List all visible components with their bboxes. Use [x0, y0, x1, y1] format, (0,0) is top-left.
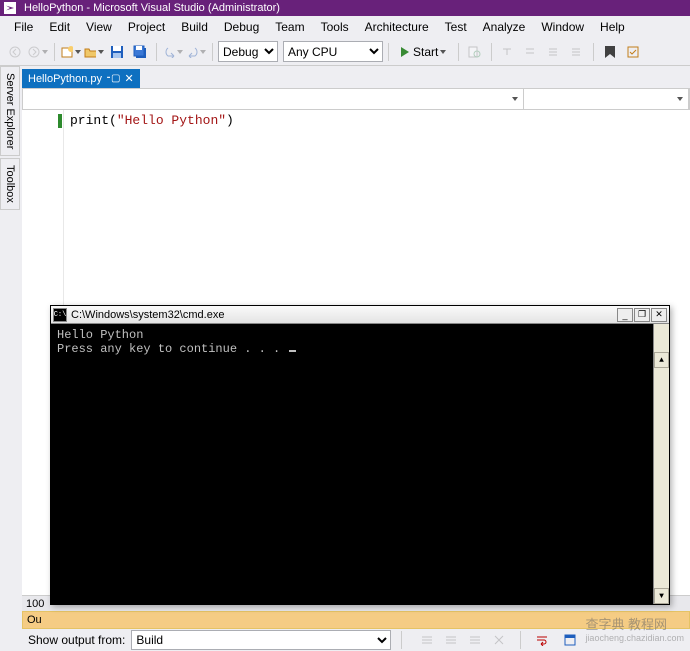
minimize-button[interactable]: _ — [617, 308, 633, 322]
menu-help[interactable]: Help — [592, 18, 633, 36]
output-toggle-button[interactable] — [559, 629, 581, 651]
server-explorer-tab[interactable]: Server Explorer — [0, 66, 20, 156]
separator — [212, 43, 213, 61]
window-title: HelloPython - Microsoft Visual Studio (A… — [24, 2, 280, 14]
watermark: 查字典 教程网 jiaocheng.chazidian.com — [585, 614, 684, 643]
new-project-button[interactable] — [60, 41, 82, 63]
separator — [156, 43, 157, 61]
cmd-scrollbar[interactable]: ▲ ▼ — [653, 324, 669, 604]
separator — [520, 631, 521, 649]
member-combo[interactable] — [524, 89, 689, 109]
scroll-up-icon[interactable]: ▲ — [654, 352, 669, 368]
nav-back-button[interactable] — [4, 41, 26, 63]
scroll-down-icon[interactable]: ▼ — [654, 588, 669, 604]
start-debug-button[interactable]: Start — [394, 42, 453, 62]
save-button[interactable] — [106, 41, 128, 63]
maximize-button[interactable]: ❐ — [634, 308, 650, 322]
menu-edit[interactable]: Edit — [41, 18, 78, 36]
separator — [401, 631, 402, 649]
change-marker-icon — [58, 114, 62, 128]
redo-button[interactable] — [185, 41, 207, 63]
close-tab-icon[interactable]: ✕ — [124, 72, 133, 85]
nav-forward-button[interactable] — [27, 41, 49, 63]
document-tab-row: HelloPython.py ⁃▢ ✕ — [22, 66, 690, 88]
output-clear-button[interactable] — [488, 629, 510, 651]
uncomment-button[interactable] — [566, 41, 588, 63]
open-file-button[interactable] — [83, 41, 105, 63]
step-over-button[interactable] — [520, 41, 542, 63]
undo-button[interactable] — [162, 41, 184, 63]
output-from-label: Show output from: — [28, 633, 125, 647]
menu-tools[interactable]: Tools — [313, 18, 357, 36]
menu-project[interactable]: Project — [120, 18, 173, 36]
save-all-button[interactable] — [129, 41, 151, 63]
find-in-files-button[interactable] — [464, 41, 486, 63]
scope-combo[interactable] — [23, 89, 524, 109]
menu-bar: File Edit View Project Build Debug Team … — [0, 16, 690, 38]
vs-logo-icon — [4, 2, 16, 14]
pin-icon[interactable]: ⁃▢ — [106, 73, 120, 84]
menu-view[interactable]: View — [78, 18, 120, 36]
separator — [54, 43, 55, 61]
separator — [458, 43, 459, 61]
menu-team[interactable]: Team — [267, 18, 312, 36]
code-navigation-bar — [22, 88, 690, 110]
task-list-button[interactable] — [622, 41, 644, 63]
platform-select[interactable]: Any CPU — [283, 41, 383, 62]
cmd-title: C:\Windows\system32\cmd.exe — [71, 309, 616, 321]
menu-build[interactable]: Build — [173, 18, 216, 36]
main-toolbar: Debug Any CPU Start — [0, 38, 690, 66]
cmd-output[interactable]: Hello Python Press any key to continue .… — [51, 324, 669, 604]
watermark-text: 查字典 教程网 — [585, 617, 667, 632]
play-icon — [401, 47, 409, 57]
cursor-icon — [289, 350, 296, 352]
file-tab-hellopython[interactable]: HelloPython.py ⁃▢ ✕ — [22, 69, 140, 88]
cmd-title-bar[interactable]: C:\Windows\system32\cmd.exe _ ❐ ✕ — [51, 306, 669, 324]
menu-file[interactable]: File — [6, 18, 41, 36]
output-source-select[interactable]: Build — [131, 630, 391, 650]
output-prev-button[interactable] — [440, 629, 462, 651]
configuration-select[interactable]: Debug — [218, 41, 278, 62]
toolbox-tab[interactable]: Toolbox — [0, 158, 20, 210]
close-button[interactable]: ✕ — [651, 308, 667, 322]
menu-architecture[interactable]: Architecture — [357, 18, 437, 36]
menu-window[interactable]: Window — [533, 18, 592, 36]
cmd-console-window[interactable]: C:\Windows\system32\cmd.exe _ ❐ ✕ Hello … — [50, 305, 670, 605]
comment-button[interactable] — [543, 41, 565, 63]
menu-test[interactable]: Test — [437, 18, 475, 36]
file-tab-label: HelloPython.py — [28, 73, 102, 85]
menu-debug[interactable]: Debug — [216, 18, 267, 36]
output-wordwrap-button[interactable] — [531, 629, 553, 651]
menu-analyze[interactable]: Analyze — [475, 18, 534, 36]
output-find-button[interactable] — [416, 629, 438, 651]
cmd-icon — [53, 308, 67, 322]
zoom-level: 100 — [26, 598, 44, 610]
output-next-button[interactable] — [464, 629, 486, 651]
left-tool-panels: Server Explorer Toolbox — [0, 66, 22, 651]
title-bar: HelloPython - Microsoft Visual Studio (A… — [0, 0, 690, 16]
separator — [388, 43, 389, 61]
bookmark-button[interactable] — [599, 41, 621, 63]
start-label: Start — [413, 45, 438, 59]
cmd-text: Hello Python Press any key to continue .… — [57, 328, 287, 356]
watermark-sub: jiaocheng.chazidian.com — [585, 633, 684, 643]
separator — [491, 43, 492, 61]
step-into-button[interactable] — [497, 41, 519, 63]
separator — [593, 43, 594, 61]
